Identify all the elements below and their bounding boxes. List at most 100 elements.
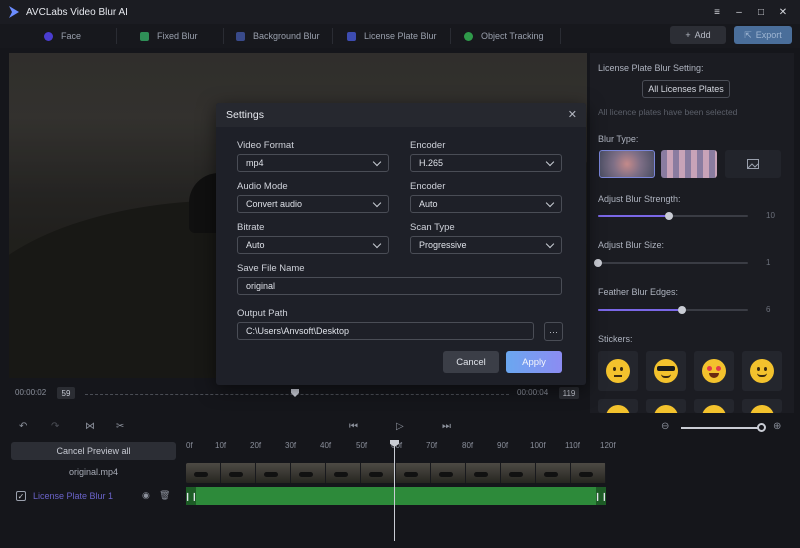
close-icon[interactable]: ✕ <box>772 4 794 20</box>
ruler-label: 40f <box>320 441 332 450</box>
video-encoder-select[interactable]: H.265 <box>410 154 562 172</box>
maximize-icon[interactable]: □ <box>750 4 772 20</box>
video-format-select[interactable]: mp4 <box>237 154 389 172</box>
video-track[interactable] <box>186 463 606 483</box>
apply-button[interactable]: Apply <box>506 351 562 373</box>
neutral-face-icon <box>606 359 630 383</box>
strength-slider-knob[interactable] <box>664 212 673 220</box>
tab-label: Object Tracking <box>481 31 544 41</box>
save-file-name-input[interactable]: original <box>237 277 562 295</box>
effect-end-handle[interactable]: ❙❙ <box>594 487 608 505</box>
tab-license-plate-blur[interactable]: License Plate Blur <box>347 27 437 45</box>
gaussian-blur-option[interactable] <box>599 150 655 178</box>
timeline-ruler[interactable]: 0f 10f 20f 30f 40f 50f 60f 70f 80f 90f 1… <box>186 441 616 455</box>
ruler-label: 120f <box>600 441 616 450</box>
sticker-smiling-face[interactable] <box>742 351 782 391</box>
menu-icon[interactable]: ≡ <box>706 4 728 20</box>
cancel-button[interactable]: Cancel <box>443 351 499 373</box>
feather-value: 6 <box>766 305 771 314</box>
undo-icon[interactable]: ↶ <box>19 421 27 432</box>
feather-slider-knob[interactable] <box>678 306 686 314</box>
chevron-down-icon <box>545 239 555 249</box>
scan-type-label: Scan Type <box>410 222 455 233</box>
trash-icon[interactable]: 🗑 <box>159 490 170 501</box>
sunglasses-face-icon <box>654 359 678 383</box>
chevron-down-icon <box>545 198 555 208</box>
zoom-in-icon[interactable]: ⊕ <box>773 421 781 432</box>
tab-fixed-blur[interactable]: Fixed Blur <box>140 27 198 45</box>
ruler-label: 30f <box>285 441 297 450</box>
stickers-label: Stickers: <box>598 334 633 344</box>
audio-encoder-select[interactable]: Auto <box>410 195 562 213</box>
scrub-handle[interactable] <box>291 389 299 397</box>
sticker-row-2-item-4[interactable] <box>742 399 782 413</box>
size-value: 1 <box>766 258 771 267</box>
scan-type-select[interactable]: Progressive <box>410 236 562 254</box>
sticker-row-2-item-1[interactable] <box>598 399 638 413</box>
tab-face[interactable]: Face <box>44 27 81 45</box>
feature-tab-bar: Face Fixed Blur Background Blur License … <box>0 24 800 48</box>
strength-slider[interactable] <box>598 212 748 220</box>
cut-icon[interactable]: ✂ <box>116 421 124 432</box>
tab-label: Face <box>61 31 82 41</box>
video-format-label: Video Format <box>237 140 294 151</box>
player-scrub-bar: 00:00:02 59 00:00:04 119 <box>9 386 587 404</box>
ruler-label: 110f <box>565 441 580 450</box>
bitrate-select[interactable]: Auto <box>237 236 389 254</box>
timeline-playhead[interactable] <box>394 441 395 541</box>
audio-mode-select[interactable]: Convert audio <box>237 195 389 213</box>
image-blur-option[interactable] <box>725 150 781 178</box>
zoom-slider-knob[interactable] <box>757 423 766 432</box>
strength-value: 10 <box>766 211 775 220</box>
size-label: Adjust Blur Size: <box>598 240 665 250</box>
redo-icon[interactable]: ↷ <box>51 421 59 432</box>
tab-label: Background Blur <box>253 31 320 41</box>
output-path-input[interactable]: C:\Users\Anvsoft\Desktop <box>237 322 534 340</box>
settings-dialog: Settings ✕ Video Format mp4 Encoder H.26… <box>216 103 586 385</box>
face-icon <box>44 31 53 41</box>
ruler-label: 20f <box>250 441 262 450</box>
effect-track-license-plate-blur[interactable]: ❙❙ ❙❙ <box>184 487 608 505</box>
next-frame-icon[interactable]: ⏭ <box>442 421 451 432</box>
sticker-sunglasses-face[interactable] <box>646 351 686 391</box>
play-icon[interactable]: ▷ <box>396 421 404 432</box>
ruler-label: 80f <box>462 441 474 450</box>
layer-license-plate-blur[interactable]: ✓ License Plate Blur 1 ◉ 🗑 <box>11 488 176 504</box>
zoom-slider[interactable] <box>681 427 761 429</box>
sticker-neutral-face[interactable] <box>598 351 638 391</box>
ruler-label: 50f <box>356 441 368 450</box>
chevron-down-icon <box>545 157 555 167</box>
sticker-heart-eyes-face[interactable] <box>694 351 734 391</box>
add-button[interactable]: + Add <box>670 26 726 44</box>
close-icon[interactable]: ✕ <box>568 108 577 121</box>
browse-folder-button[interactable]: ··· <box>544 322 563 341</box>
layer-checkbox[interactable]: ✓ <box>16 491 26 501</box>
effect-start-handle[interactable]: ❙❙ <box>184 487 198 505</box>
eye-icon[interactable]: ◉ <box>142 490 150 501</box>
all-plates-button[interactable]: All Licenses Plates <box>642 80 730 98</box>
sticker-row-2-item-2[interactable] <box>646 399 686 413</box>
mosaic-blur-option[interactable] <box>661 150 717 178</box>
chevron-down-icon <box>372 157 382 167</box>
feather-slider[interactable] <box>598 306 748 314</box>
split-icon[interactable]: ⋈ <box>85 421 95 432</box>
strength-label: Adjust Blur Strength: <box>598 194 681 204</box>
size-slider-knob[interactable] <box>594 259 602 267</box>
end-time: 00:00:04 <box>517 388 549 397</box>
scan-type-value: Progressive <box>419 240 467 250</box>
tab-background-blur[interactable]: Background Blur <box>236 27 320 45</box>
cancel-preview-all-button[interactable]: Cancel Preview all <box>11 442 176 460</box>
tab-object-tracking[interactable]: Object Tracking <box>464 27 544 45</box>
zoom-out-icon[interactable]: ⊖ <box>661 421 669 432</box>
minimize-icon[interactable]: – <box>728 4 750 20</box>
encoder-label: Encoder <box>410 140 446 151</box>
strength-slider-fill <box>598 215 669 217</box>
feather-slider-fill <box>598 309 682 311</box>
size-slider[interactable] <box>594 259 748 267</box>
audio-encoder-label: Encoder <box>410 181 446 192</box>
background-blur-icon <box>236 31 245 41</box>
sticker-row-2-item-3[interactable] <box>694 399 734 413</box>
panel-title: License Plate Blur Setting: <box>598 63 704 73</box>
previous-frame-icon[interactable]: ⏮ <box>349 421 358 432</box>
export-button[interactable]: ⇱ Export <box>734 26 792 44</box>
